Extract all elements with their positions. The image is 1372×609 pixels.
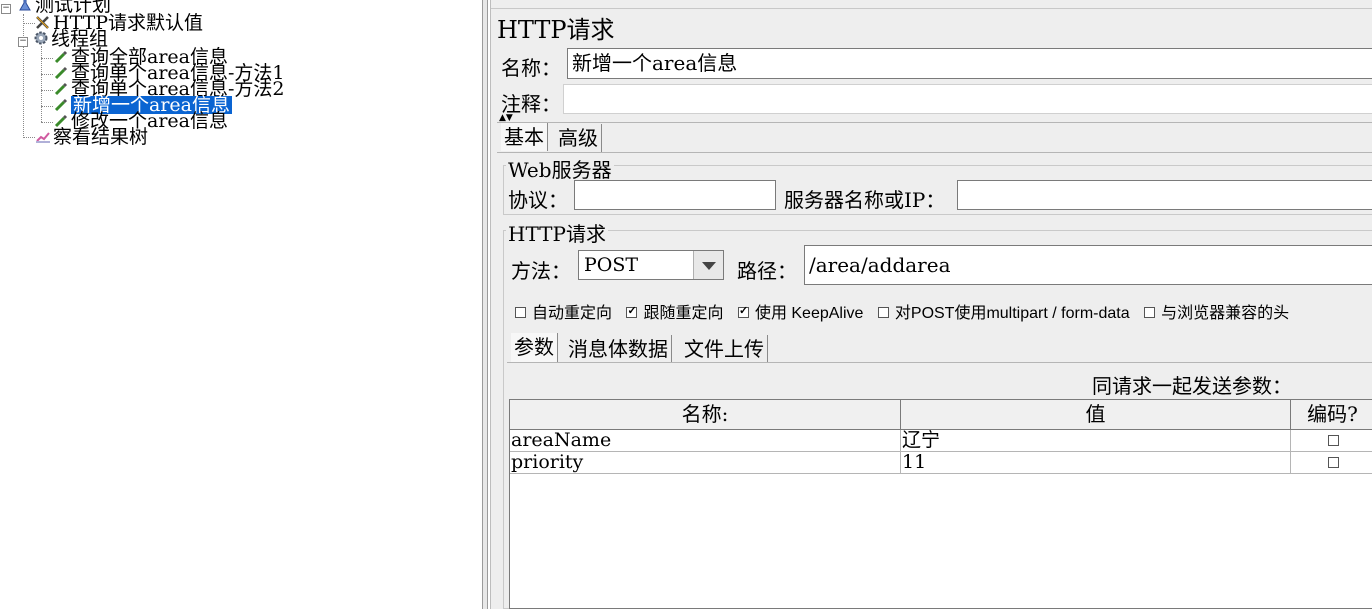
test-plan-icon [17, 0, 33, 12]
encode-checkbox-cell[interactable] [1291, 430, 1372, 451]
tree-guide-line [23, 14, 24, 138]
pane-splitter[interactable] [482, 0, 488, 609]
wrench-icon [35, 14, 51, 30]
checkbox-box[interactable] [737, 307, 749, 318]
multipart-label: 对POST使用multipart / form-data [894, 305, 1130, 322]
keepalive-checkbox[interactable]: 使用 KeepAlive [737, 305, 864, 322]
checkbox-box[interactable] [626, 307, 638, 318]
parameters-table[interactable]: 名称: 值 编码? areaName 辽宁 priority 11 [509, 399, 1372, 609]
pipette-icon [53, 96, 69, 112]
server-name-field[interactable] [957, 180, 1372, 210]
tab-basic[interactable]: 基本 [501, 123, 548, 151]
request-options: 自动重定向 跟随重定向 使用 KeepAlive 对POST使用multipar… [515, 299, 1299, 323]
follow-redirects-checkbox[interactable]: 跟随重定向 [626, 305, 723, 322]
tree-item-label: 察看结果树 [53, 126, 149, 148]
tree-guide-line [41, 122, 53, 123]
checkbox-box[interactable] [515, 307, 526, 318]
divider [507, 362, 1372, 363]
param-value-cell[interactable]: 11 [901, 452, 1291, 473]
name-field[interactable]: 新增一个area信息 [567, 48, 1372, 79]
tree-item-result-tree[interactable]: 察看结果树 [35, 126, 149, 148]
table-row[interactable]: areaName 辽宁 [510, 430, 1372, 452]
comment-field[interactable] [563, 84, 1372, 114]
protocol-field[interactable] [574, 180, 776, 210]
param-name-cell[interactable]: areaName [510, 430, 901, 451]
checkbox-box[interactable] [1144, 307, 1156, 318]
auto-redirect-checkbox[interactable]: 自动重定向 [515, 305, 612, 322]
encode-checkbox-cell[interactable] [1291, 452, 1372, 473]
divider [497, 152, 1372, 153]
tab-parameters[interactable]: 参数 [511, 333, 558, 362]
divider [497, 122, 1372, 123]
auto-redirect-label: 自动重定向 [532, 305, 613, 322]
encode-checkbox[interactable] [1327, 457, 1339, 468]
browser-compatible-headers-checkbox[interactable]: 与浏览器兼容的头 [1144, 305, 1289, 322]
table-header: 名称: 值 编码? [510, 400, 1372, 430]
checkbox-box[interactable] [877, 307, 889, 318]
http-request-panel: HTTP请求 名称： 新增一个area信息 注释： ▲▼ 基本 高级 Web服务… [490, 0, 1372, 609]
tree-guide-line [41, 90, 53, 91]
tree-guide-line [41, 58, 53, 59]
follow-redirects-label: 跟随重定向 [643, 305, 724, 322]
encode-checkbox[interactable] [1327, 435, 1339, 446]
browser-compatible-headers-label: 与浏览器兼容的头 [1161, 305, 1290, 322]
path-label: 路径： [737, 259, 797, 283]
tree-guide-line [41, 74, 53, 75]
method-label: 方法： [511, 259, 571, 283]
param-value-cell[interactable]: 辽宁 [901, 430, 1291, 451]
tree-guide-line [41, 106, 53, 107]
method-select[interactable]: POST [578, 250, 724, 280]
chevron-down-icon[interactable] [693, 251, 723, 279]
test-plan-tree[interactable]: − − 测试计划 HTTP请求默认值 线程组 查询全部area信息 查询单个ar… [0, 0, 482, 609]
param-name-cell[interactable]: priority [510, 452, 901, 473]
send-params-label: 同请求一起发送参数： [1092, 374, 1292, 398]
column-header-value[interactable]: 值 [901, 400, 1291, 429]
protocol-label: 协议： [508, 188, 568, 212]
table-row[interactable]: priority 11 [510, 452, 1372, 474]
tab-body-data[interactable]: 消息体数据 [565, 335, 672, 363]
column-header-name[interactable]: 名称: [510, 400, 901, 429]
tree-guide-line [23, 137, 35, 138]
gear-icon [33, 30, 49, 46]
multipart-checkbox[interactable]: 对POST使用multipart / form-data [877, 305, 1130, 322]
column-header-encode[interactable]: 编码? [1291, 400, 1372, 429]
pipette-icon [53, 80, 69, 96]
method-select-value: POST [584, 254, 639, 276]
tab-file-upload[interactable]: 文件上传 [681, 335, 768, 363]
pipette-icon [53, 64, 69, 80]
pipette-icon [53, 48, 69, 64]
page-title: HTTP请求 [497, 16, 615, 44]
tab-advanced[interactable]: 高级 [555, 124, 602, 152]
collapse-toggle-thread-group[interactable]: − [18, 37, 28, 47]
server-name-label: 服务器名称或IP： [784, 188, 946, 212]
web-server-group-title: Web服务器 [506, 154, 614, 183]
http-request-group-title: HTTP请求 [506, 218, 608, 247]
path-field[interactable]: /area/addarea [804, 245, 1372, 285]
tree-guide-line [23, 23, 35, 24]
divider [491, 8, 1372, 9]
result-tree-icon [35, 128, 51, 144]
name-label: 名称： [501, 56, 561, 80]
collapse-toggle-test-plan[interactable]: − [1, 4, 11, 14]
keepalive-label: 使用 KeepAlive [754, 305, 864, 322]
splitter-arrows-icon[interactable]: ▲▼ [499, 114, 513, 123]
